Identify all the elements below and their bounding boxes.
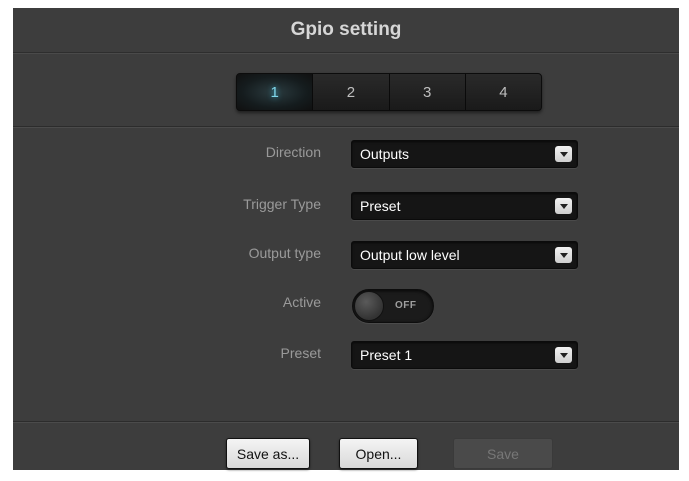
gpio-setting-dialog: Gpio setting 1 2 3 4 Direction Outputs T… <box>13 8 679 470</box>
tab-1[interactable]: 1 <box>237 74 314 110</box>
footer-divider <box>13 421 679 422</box>
toggle-knob <box>354 291 384 321</box>
preset-select[interactable]: Preset 1 <box>351 341 578 369</box>
output-type-row: Output type Output low level <box>13 241 679 269</box>
section-divider <box>13 126 679 127</box>
preset-label: Preset <box>280 345 321 361</box>
preset-value: Preset 1 <box>360 347 413 363</box>
save-button[interactable]: Save <box>453 438 553 469</box>
chevron-down-icon <box>555 347 572 363</box>
tab-3[interactable]: 3 <box>389 74 466 110</box>
trigger-type-select[interactable]: Preset <box>351 192 578 220</box>
tab-4[interactable]: 4 <box>465 74 541 110</box>
direction-row: Direction Outputs <box>13 140 679 168</box>
chevron-down-icon <box>555 146 572 162</box>
title-bar: Gpio setting <box>13 8 679 53</box>
tab-2[interactable]: 2 <box>313 74 390 110</box>
toggle-state-text: OFF <box>395 300 417 311</box>
trigger-type-row: Trigger Type Preset <box>13 192 679 220</box>
output-type-select[interactable]: Output low level <box>351 241 578 269</box>
trigger-type-label: Trigger Type <box>243 196 321 212</box>
gpio-tab-group: 1 2 3 4 <box>236 73 542 111</box>
active-toggle[interactable]: OFF <box>352 289 434 323</box>
trigger-type-value: Preset <box>360 198 401 214</box>
active-row: Active OFF <box>13 289 679 323</box>
chevron-down-icon <box>555 198 572 214</box>
direction-select[interactable]: Outputs <box>351 140 578 168</box>
open-button[interactable]: Open... <box>339 438 418 469</box>
dialog-title: Gpio setting <box>290 19 402 40</box>
direction-value: Outputs <box>360 146 410 162</box>
direction-label: Direction <box>265 144 321 160</box>
output-type-label: Output type <box>248 245 321 261</box>
preset-row: Preset Preset 1 <box>13 341 679 369</box>
save-as-button[interactable]: Save as... <box>226 438 310 469</box>
output-type-value: Output low level <box>360 247 460 263</box>
chevron-down-icon <box>555 247 572 263</box>
active-label: Active <box>282 294 321 310</box>
